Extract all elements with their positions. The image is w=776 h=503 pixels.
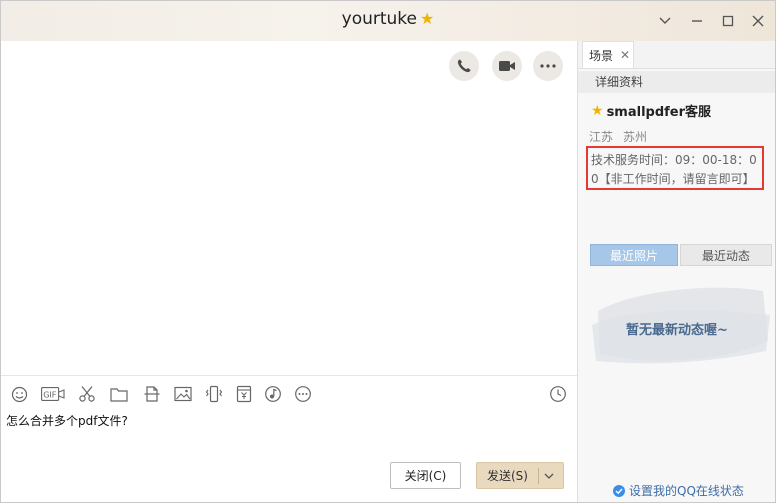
emoji-icon[interactable]: [9, 384, 29, 404]
city: 苏州: [623, 130, 648, 144]
document-scan-icon[interactable]: [142, 384, 162, 404]
red-packet-icon[interactable]: [234, 384, 254, 404]
input-toolbar: GIF: [1, 375, 577, 410]
collapse-chevron-icon[interactable]: [655, 11, 675, 31]
video-call-button[interactable]: [492, 51, 522, 81]
tab-recent-news[interactable]: 最近动态: [680, 244, 772, 266]
vibrate-icon[interactable]: [204, 384, 224, 404]
chat-area: GIF 怎么合并多个pdf文件? 关闭(C) 发送(S): [1, 41, 578, 502]
scissors-icon[interactable]: [77, 384, 97, 404]
history-clock-icon[interactable]: [548, 384, 568, 404]
set-online-status-link[interactable]: 设置我的QQ在线状态: [612, 482, 744, 499]
contact-title: yourtuke: [341, 9, 418, 29]
chevron-down-icon[interactable]: [543, 469, 555, 486]
tab-recent-photos[interactable]: 最近照片: [590, 244, 678, 266]
star-icon: ★: [591, 102, 604, 119]
video-camera-icon: [499, 61, 515, 71]
send-label: 发送(S): [487, 469, 528, 483]
svg-text:GIF: GIF: [43, 390, 57, 399]
image-icon[interactable]: [173, 384, 193, 404]
folder-icon[interactable]: [109, 384, 129, 404]
minimize-button[interactable]: [687, 11, 707, 31]
close-window-button[interactable]: [748, 11, 768, 31]
message-input[interactable]: 怎么合并多个pdf文件?: [6, 412, 128, 429]
close-tab-icon[interactable]: ✕: [620, 48, 630, 62]
more-tools-icon[interactable]: [293, 384, 313, 404]
tab-scene-label: 场景: [589, 48, 614, 63]
contact-location: 江苏 苏州: [589, 128, 657, 145]
send-button[interactable]: 发送(S): [476, 462, 564, 489]
panel-tab-bar: 场景 ✕: [578, 41, 775, 69]
maximize-button[interactable]: [718, 11, 738, 31]
scene-panel: 场景 ✕ 详细资料 ★ smallpdfer客服 江苏 苏州 技术服务时间：09：…: [578, 41, 775, 502]
phone-icon: [457, 59, 471, 73]
gif-icon[interactable]: GIF: [41, 384, 65, 404]
section-title: 详细资料: [578, 71, 775, 93]
voice-call-button[interactable]: [449, 51, 479, 81]
more-options-button[interactable]: [533, 51, 563, 81]
status-link-text: 设置我的QQ在线状态: [629, 484, 744, 498]
service-hours-note: 技术服务时间：09：00-18：00【非工作时间，请留言即可】: [586, 146, 764, 190]
qq-chat-window: yourtuke ★ GIF 怎么合并多个pdf文件? 关闭(C) 发送(S) …: [0, 0, 776, 503]
close-button[interactable]: 关闭(C): [390, 462, 461, 489]
send-divider: [538, 468, 539, 484]
contact-name-row: ★ smallpdfer客服: [591, 101, 711, 121]
tab-scene[interactable]: 场景 ✕: [582, 41, 634, 68]
title-bar: yourtuke ★: [1, 1, 775, 41]
empty-news-text: 暂无最新动态喔~: [626, 323, 728, 338]
empty-news-banner: 暂无最新动态喔~: [578, 281, 775, 373]
more-dots-icon: [540, 64, 556, 68]
star-icon: ★: [420, 9, 435, 28]
photo-tabs: 最近照片 最近动态: [590, 244, 772, 266]
qq-status-icon: [613, 484, 625, 497]
contact-name[interactable]: smallpdfer客服: [607, 101, 711, 120]
province: 江苏: [589, 130, 614, 144]
music-note-icon[interactable]: [263, 384, 283, 404]
